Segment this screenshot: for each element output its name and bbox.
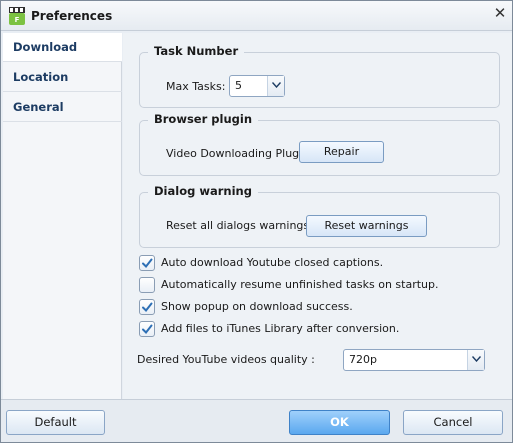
option-label: Auto download Youtube closed captions. [161,256,384,269]
max-tasks-value: 5 [235,79,242,92]
free-app-icon: F [9,7,25,25]
preferences-window: F Preferences ✕ Download Location Genera… [0,0,513,443]
sidebar-item-label: Location [13,70,69,84]
dialog-warning-group: Dialog warning Reset all dialogs warning… [139,184,500,248]
max-tasks-select[interactable]: 5 [229,75,285,97]
task-number-group: Task Number Max Tasks: 5 [139,44,500,108]
group-title: Dialog warning [148,184,258,198]
checkbox[interactable] [139,321,155,337]
footer: Default OK Cancel [1,399,512,442]
sidebar-item-label: General [13,100,64,114]
repair-button[interactable]: Repair [299,141,384,163]
group-title: Browser plugin [148,112,259,126]
quality-label: Desired YouTube videos quality : [137,353,315,366]
download-panel: Task Number Max Tasks: 5 Browser plugin … [123,33,512,399]
quality-select[interactable]: 720p [343,349,485,371]
checkbox[interactable] [139,255,155,271]
sidebar-item-download[interactable]: Download [3,33,122,62]
svg-text:F: F [15,16,20,24]
sidebar-item-general[interactable]: General [3,93,122,122]
close-icon[interactable]: ✕ [492,5,508,21]
default-button[interactable]: Default [6,410,105,435]
sidebar-item-label: Download [13,40,78,54]
quality-value: 720p [349,353,377,366]
option-label: Add files to iTunes Library after conver… [161,322,400,335]
window-title: Preferences [31,9,113,23]
ok-button[interactable]: OK [289,410,390,435]
checkbox[interactable] [139,277,155,293]
option-label: Show popup on download success. [161,300,353,313]
reset-warnings-label: Reset all dialogs warnings : [166,219,317,232]
browser-plugin-group: Browser plugin Video Downloading Plugin:… [139,112,500,176]
plugin-label: Video Downloading Plugin: [166,147,313,160]
title-bar: F Preferences ✕ [1,1,512,31]
sidebar-item-location[interactable]: Location [3,63,122,92]
option-label: Automatically resume unfinished tasks on… [161,278,439,291]
max-tasks-label: Max Tasks: [166,80,226,93]
sidebar: Download Location General [3,33,122,399]
group-title: Task Number [148,44,245,58]
cancel-button[interactable]: Cancel [403,410,503,435]
reset-warnings-button[interactable]: Reset warnings [306,215,427,237]
chevron-down-icon [267,76,284,96]
chevron-down-icon [467,350,484,370]
checkbox[interactable] [139,299,155,315]
